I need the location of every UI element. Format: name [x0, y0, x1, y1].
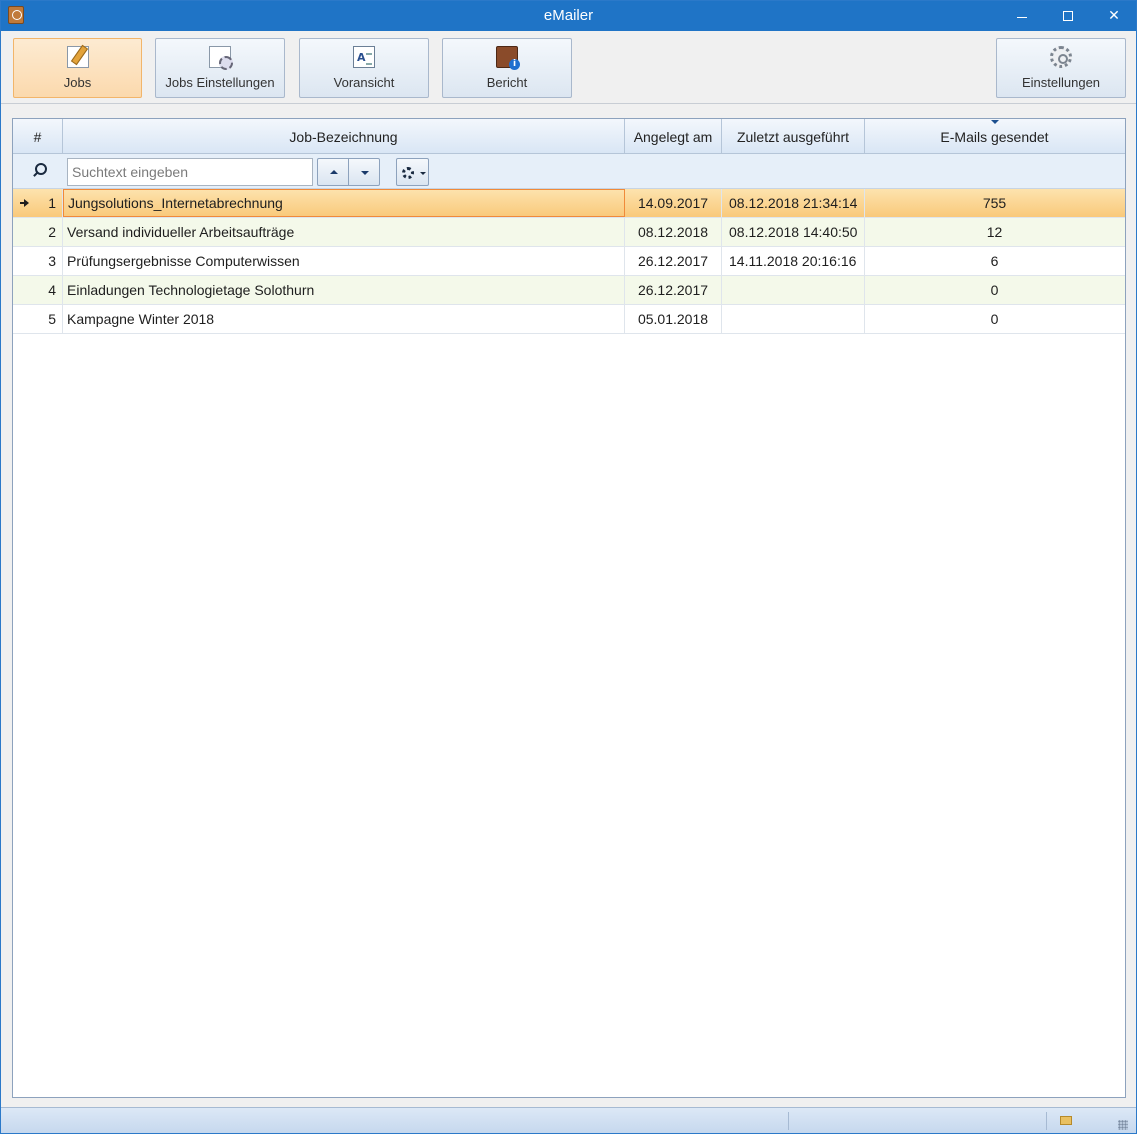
chevron-down-icon — [420, 172, 426, 175]
search-icon — [31, 163, 47, 179]
column-header-number[interactable]: # — [13, 119, 63, 154]
document-gear-icon — [209, 46, 233, 70]
row-number-cell[interactable]: 1 — [13, 189, 63, 217]
title-bar[interactable]: eMailer ✕ — [1, 1, 1136, 31]
status-separator — [788, 1112, 789, 1130]
emails-sent-cell[interactable]: 6 — [865, 247, 1124, 275]
last-run-cell[interactable] — [722, 305, 865, 333]
table-row[interactable]: 2 Versand individueller Arbeitsaufträge … — [13, 218, 1125, 247]
table-row[interactable]: 1 Jungsolutions_Internetabrechnung 14.09… — [13, 189, 1125, 218]
report-button-label: Bericht — [486, 75, 528, 90]
search-panel — [13, 154, 1125, 189]
search-options-button[interactable] — [396, 158, 429, 186]
find-previous-button[interactable] — [317, 158, 349, 186]
resize-grip[interactable] — [1118, 1120, 1128, 1130]
settings-button[interactable]: Einstellungen — [996, 38, 1126, 98]
table-row[interactable]: 4 Einladungen Technologietage Solothurn … — [13, 276, 1125, 305]
job-name-cell[interactable]: Prüfungsergebnisse Computerwissen — [63, 247, 625, 275]
table-row[interactable]: 3 Prüfungsergebnisse Computerwissen 26.1… — [13, 247, 1125, 276]
created-cell[interactable]: 26.12.2017 — [625, 247, 722, 275]
maximize-button[interactable] — [1045, 1, 1091, 31]
preview-button[interactable]: Voransicht — [299, 38, 429, 98]
close-button[interactable]: ✕ — [1091, 1, 1137, 31]
report-button[interactable]: Bericht — [442, 38, 572, 98]
table-row[interactable]: 5 Kampagne Winter 2018 05.01.2018 0 — [13, 305, 1125, 334]
row-indicator-icon — [20, 199, 29, 207]
report-icon — [496, 46, 520, 70]
created-cell[interactable]: 05.01.2018 — [625, 305, 722, 333]
edit-document-icon — [66, 46, 89, 68]
column-header-last-run[interactable]: Zuletzt ausgeführt — [722, 119, 865, 154]
last-run-cell[interactable]: 08.12.2018 21:34:14 — [722, 189, 865, 217]
toolbar: Jobs Jobs Einstellungen Voransicht Beric… — [1, 31, 1136, 104]
column-header-emails-sent[interactable]: E-Mails gesendet — [865, 119, 1124, 154]
search-input[interactable] — [67, 158, 313, 186]
preview-icon — [353, 46, 375, 68]
row-number: 1 — [48, 195, 56, 211]
maximize-icon — [1063, 11, 1073, 21]
app-window: eMailer ✕ Jobs Jobs Einstellungen Vorans… — [0, 0, 1137, 1134]
status-separator — [1046, 1112, 1047, 1130]
jobs-grid: # Job-Bezeichnung Angelegt am Zuletzt au… — [12, 118, 1126, 1098]
job-name-cell[interactable]: Versand individueller Arbeitsaufträge — [63, 218, 625, 246]
preview-button-label: Voransicht — [333, 75, 395, 90]
created-cell[interactable]: 26.12.2017 — [625, 276, 722, 304]
emails-sent-cell[interactable]: 12 — [865, 218, 1124, 246]
row-number-cell[interactable]: 2 — [13, 218, 63, 246]
folder-icon[interactable] — [1060, 1116, 1072, 1125]
gear-icon — [1050, 46, 1072, 68]
column-header-emails-sent-label: E-Mails gesendet — [940, 128, 1049, 145]
jobs-button-label: Jobs — [63, 75, 92, 90]
job-name-cell[interactable]: Jungsolutions_Internetabrechnung — [63, 189, 625, 217]
last-run-cell[interactable] — [722, 276, 865, 304]
last-run-cell[interactable]: 14.11.2018 20:16:16 — [722, 247, 865, 275]
last-run-cell[interactable]: 08.12.2018 14:40:50 — [722, 218, 865, 246]
emails-sent-cell[interactable]: 0 — [865, 305, 1124, 333]
created-cell[interactable]: 14.09.2017 — [625, 189, 722, 217]
gear-icon — [402, 167, 414, 179]
row-number-cell[interactable]: 3 — [13, 247, 63, 275]
close-icon: ✕ — [1108, 8, 1120, 24]
jobs-settings-button-label: Jobs Einstellungen — [165, 75, 275, 90]
emails-sent-cell[interactable]: 755 — [865, 189, 1124, 217]
row-number-cell[interactable]: 4 — [13, 276, 63, 304]
created-cell[interactable]: 08.12.2018 — [625, 218, 722, 246]
emails-sent-cell[interactable]: 0 — [865, 276, 1124, 304]
column-header-created[interactable]: Angelegt am — [625, 119, 722, 154]
minimize-icon — [1017, 16, 1027, 18]
minimize-button[interactable] — [999, 1, 1045, 31]
jobs-settings-button[interactable]: Jobs Einstellungen — [155, 38, 285, 98]
job-name-cell[interactable]: Kampagne Winter 2018 — [63, 305, 625, 333]
jobs-button[interactable]: Jobs — [13, 38, 142, 98]
grid-header: # Job-Bezeichnung Angelegt am Zuletzt au… — [13, 119, 1125, 154]
window-title: eMailer — [543, 7, 594, 24]
row-number-cell[interactable]: 5 — [13, 305, 63, 333]
column-header-job-name[interactable]: Job-Bezeichnung — [63, 119, 625, 154]
status-bar — [1, 1107, 1136, 1133]
job-name-cell[interactable]: Einladungen Technologietage Solothurn — [63, 276, 625, 304]
grid-rows: 1 Jungsolutions_Internetabrechnung 14.09… — [13, 189, 1125, 334]
settings-button-label: Einstellungen — [1021, 75, 1101, 90]
find-next-button[interactable] — [348, 158, 380, 186]
sort-descending-icon — [990, 120, 999, 124]
